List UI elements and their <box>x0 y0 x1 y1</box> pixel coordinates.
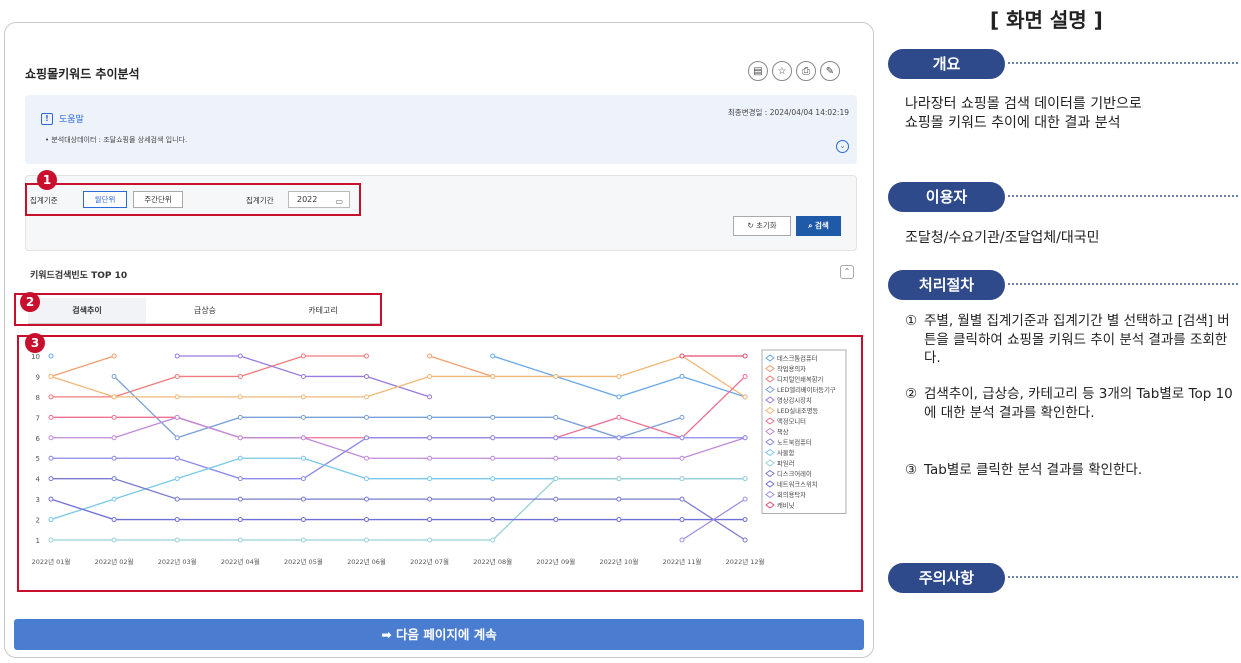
chevron-down-icon[interactable]: ⌄ <box>836 140 849 153</box>
toolbar: ▤ ☆ ⎙ ✎ <box>748 61 840 81</box>
overview-divider <box>1008 62 1238 64</box>
side-panel-header: [ 화면 설명 ] <box>990 8 1103 32</box>
last-updated: 최종변경일 : 2024/04/04 14:02:19 <box>727 108 849 117</box>
procedure-step-3: ③ Tab별로 클릭한 분석 결과를 확인한다. <box>905 461 1235 480</box>
caution-divider <box>1008 576 1238 578</box>
users-divider <box>1008 195 1238 197</box>
search-label: 검색 <box>815 221 829 230</box>
procedure-step-3-text: Tab별로 클릭한 분석 결과를 확인한다. <box>924 462 1143 478</box>
tool-icon[interactable]: ✎ <box>820 61 840 81</box>
reset-button[interactable]: ↻ 초기화 <box>733 216 791 236</box>
badge-1: 1 <box>37 170 57 190</box>
highlight-box-3 <box>17 335 863 592</box>
overview-line-1: 나라장터 쇼핑몰 검색 데이터를 기반으로 <box>905 96 1142 112</box>
reset-label: 초기화 <box>755 221 777 230</box>
chevron-up-icon[interactable]: ⌃ <box>840 265 854 279</box>
info-icon: ! <box>41 112 53 125</box>
help-title-text: 도움말 <box>59 115 84 125</box>
highlight-box-1 <box>25 183 361 216</box>
procedure-divider <box>1008 283 1238 285</box>
search-icon: ⌕ <box>808 221 815 230</box>
star-icon[interactable]: ☆ <box>772 61 792 81</box>
print-icon[interactable]: ⎙ <box>796 61 816 81</box>
procedure-step-3-num: ③ <box>905 462 918 478</box>
overview-line-2: 쇼핑몰 키워드 추이에 대한 결과 분석 <box>905 115 1121 131</box>
overview-pill: 개요 <box>888 49 1005 79</box>
overview-text: 나라장터 쇼핑몰 검색 데이터를 기반으로 쇼핑몰 키워드 추이에 대한 결과 … <box>905 95 1142 133</box>
next-page-button[interactable]: ➡ 다음 페이지에 계속 <box>14 619 864 650</box>
users-text: 조달청/수요기관/조달업체/대국민 <box>905 230 1100 246</box>
procedure-step-1: ① 주별, 월별 집계기준과 집계기간 별 선택하고 [검색] 버튼을 클릭하여… <box>905 312 1235 368</box>
help-box: ! 도움말 • 분석대상데이터 : 조달쇼핑몰 상세검색 입니다. 최종변경일 … <box>25 95 857 164</box>
highlight-box-2 <box>14 293 382 326</box>
procedure-step-2: ② 검색추이, 급상승, 카테고리 등 3개의 Tab별로 Top 10에 대한… <box>905 385 1235 422</box>
procedure-step-2-num: ② <box>905 386 918 402</box>
section-title: 키워드검색빈도 TOP 10 <box>30 271 128 281</box>
search-button[interactable]: ⌕ 검색 <box>796 216 841 236</box>
help-description: • 분석대상데이터 : 조달쇼핑몰 상세검색 입니다. <box>45 136 188 144</box>
users-pill: 이용자 <box>888 182 1005 212</box>
page-title: 쇼핑몰키워드 추이분석 <box>25 67 140 81</box>
procedure-step-1-num: ① <box>905 313 918 329</box>
caution-pill: 주의사항 <box>888 563 1005 593</box>
procedure-step-1-text: 주별, 월별 집계기준과 집계기간 별 선택하고 [검색] 버튼을 클릭하여 쇼… <box>924 313 1230 366</box>
badge-3: 3 <box>25 333 45 353</box>
badge-2: 2 <box>20 292 40 312</box>
procedure-step-2-text: 검색추이, 급상승, 카테고리 등 3개의 Tab별로 Top 10에 대한 분… <box>924 386 1233 421</box>
help-title: ! 도움말 <box>41 112 84 125</box>
procedure-pill: 처리절차 <box>888 270 1005 300</box>
manual-icon[interactable]: ▤ <box>748 61 768 81</box>
reset-icon: ↻ <box>747 221 756 230</box>
